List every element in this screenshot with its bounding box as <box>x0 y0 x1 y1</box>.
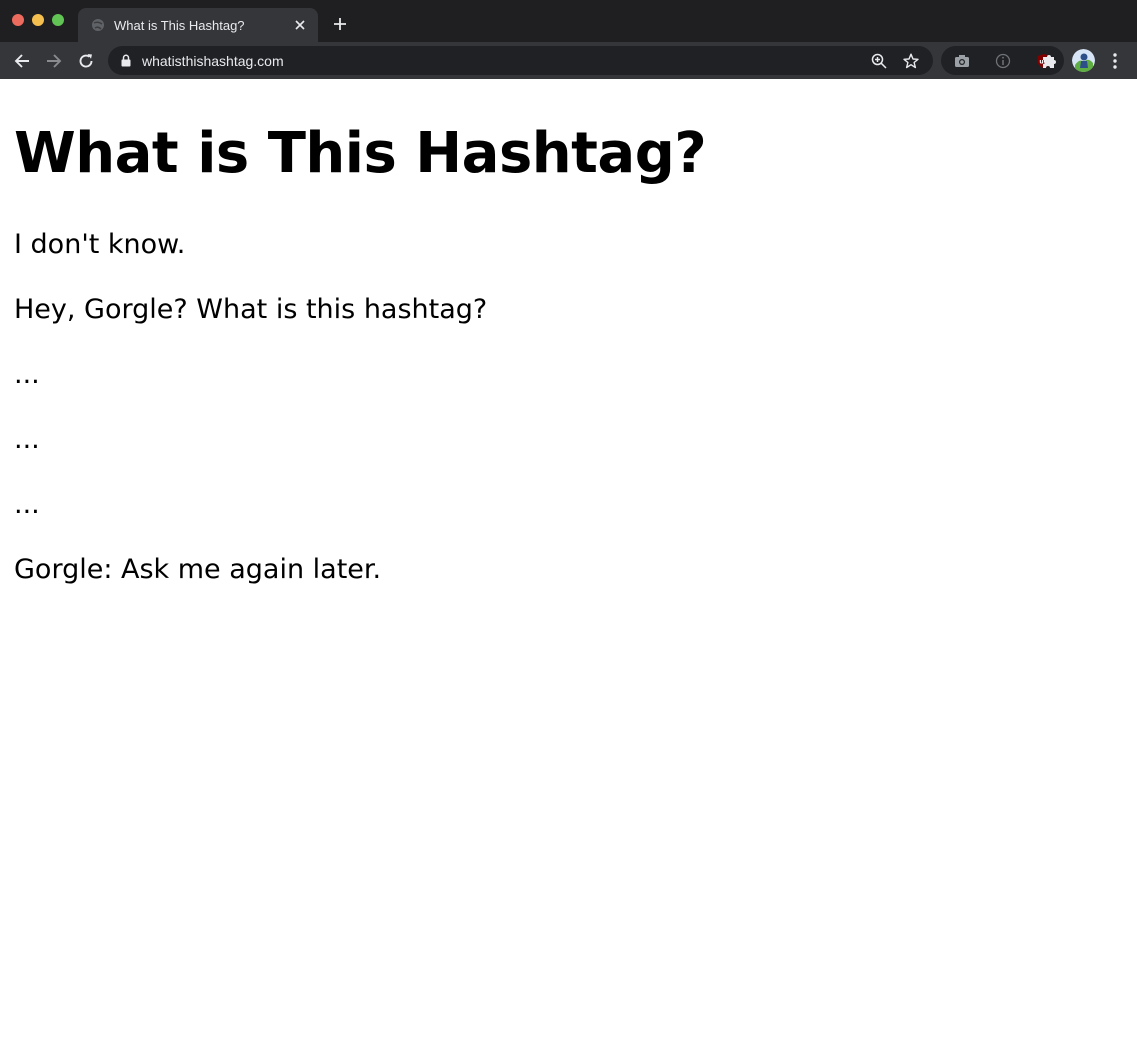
maximize-window-button[interactable] <box>52 14 64 26</box>
address-bar[interactable]: whatisthishashtag.com <box>108 46 933 75</box>
globe-icon <box>91 18 105 32</box>
plus-icon[interactable] <box>330 14 350 34</box>
arrow-left-icon[interactable] <box>10 49 34 73</box>
star-icon[interactable] <box>901 51 921 71</box>
kebab-menu-icon[interactable] <box>1107 50 1123 72</box>
camera-icon[interactable] <box>952 51 972 71</box>
lock-icon[interactable] <box>121 54 133 68</box>
window-controls <box>12 14 64 26</box>
close-window-button[interactable] <box>12 14 24 26</box>
text-line-2: Hey, Gorgle? What is this hashtag? <box>14 294 488 325</box>
url-text: whatisthishashtag.com <box>142 52 284 69</box>
text-line-5: ... <box>14 489 40 520</box>
text-line-3: ... <box>14 359 40 390</box>
page-title: What is This Hashtag? <box>14 121 707 186</box>
arrow-right-icon[interactable] <box>42 49 66 73</box>
text-line-1: I don't know. <box>14 229 186 260</box>
toolbar: whatisthishashtag.com uO <box>0 42 1137 79</box>
zoom-icon[interactable] <box>869 51 889 71</box>
text-line-6: Gorgle: Ask me again later. <box>14 554 382 585</box>
tab-strip: What is This Hashtag? <box>0 0 1137 42</box>
puzzle-icon[interactable] <box>1040 51 1060 76</box>
tab-title: What is This Hashtag? <box>114 17 245 33</box>
close-icon[interactable] <box>290 15 310 35</box>
browser-tab[interactable]: What is This Hashtag? <box>78 8 318 42</box>
browser-chrome: What is This Hashtag? whatisthishashtag.… <box>0 0 1137 79</box>
avatar-icon[interactable] <box>1072 49 1095 72</box>
text-line-4: ... <box>14 424 40 455</box>
reload-icon[interactable] <box>74 49 98 73</box>
info-icon[interactable] <box>993 51 1013 71</box>
minimize-window-button[interactable] <box>32 14 44 26</box>
